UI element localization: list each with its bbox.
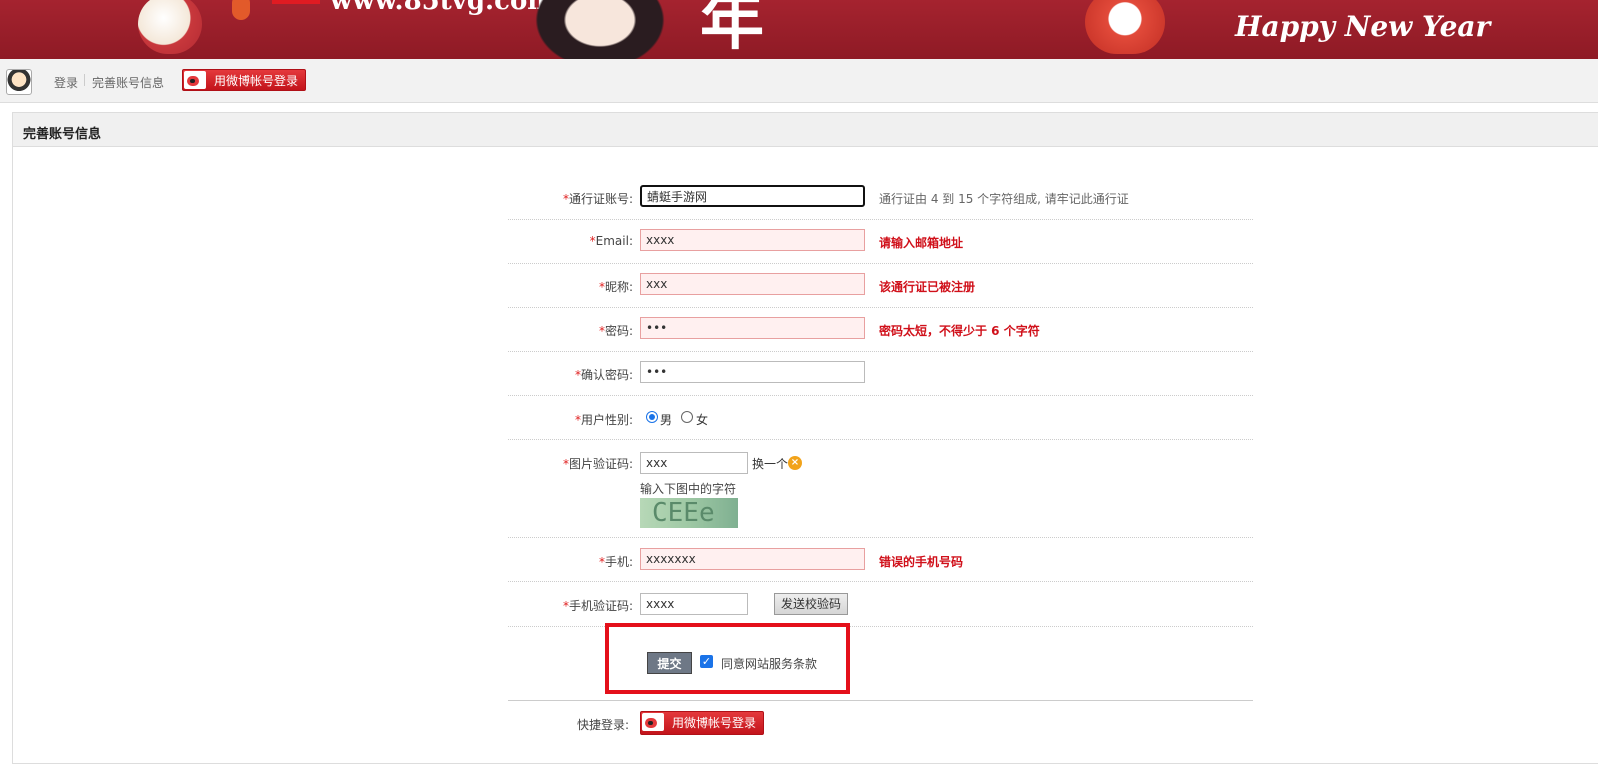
- weibo-login-label: 用微博帐号登录: [672, 716, 757, 730]
- phone-label-text: 手机:: [604, 555, 633, 569]
- email-label-text: Email:: [595, 234, 633, 248]
- nickname-label: *昵称:: [599, 278, 633, 295]
- gender-female-label[interactable]: 女: [696, 411, 708, 428]
- gender-male-label[interactable]: 男: [660, 411, 672, 428]
- email-label: *Email:: [590, 234, 633, 248]
- captcha-image-text: CEEe: [652, 498, 715, 528]
- weibo-icon: [642, 713, 664, 731]
- account-input[interactable]: [640, 185, 865, 207]
- happy-new-year-text: Happy New Year: [1235, 10, 1491, 43]
- weibo-login-button-top[interactable]: 用微博帐号登录: [182, 69, 306, 91]
- captcha-tip: 输入下图中的字符: [640, 482, 737, 496]
- form-row-sms-code: *手机验证码: 发送校验码: [508, 582, 1253, 627]
- password-label: *密码:: [599, 322, 633, 339]
- confirm-password-input[interactable]: [640, 361, 865, 383]
- header-banner: www.85tvg.com 年 Happy New Year: [0, 0, 1598, 59]
- password-label-text: 密码:: [604, 324, 633, 338]
- site-logo: [272, 0, 320, 4]
- form-row-captcha: *图片验证码: 换一个 × 输入下图中的字符 CEEe: [508, 440, 1253, 538]
- nickname-input[interactable]: [640, 273, 865, 295]
- nav-login-link[interactable]: 登录: [54, 74, 78, 91]
- agree-checkbox[interactable]: ✓: [700, 655, 713, 668]
- lantern-decoration: [232, 0, 250, 20]
- phone-input[interactable]: [640, 548, 865, 570]
- nickname-label-text: 昵称:: [604, 280, 633, 294]
- password-error: 密码太短，不得少于 6 个字符: [879, 324, 1040, 338]
- form-row-confirm-password: *确认密码:: [508, 352, 1253, 396]
- form-row-phone: *手机: 错误的手机号码: [508, 538, 1253, 582]
- gender-label-text: 用户性别:: [580, 413, 633, 427]
- submit-highlight-box: 提交 ✓ 同意网站服务条款: [605, 623, 850, 694]
- confirm-password-label: *确认密码:: [575, 366, 633, 383]
- email-input[interactable]: [640, 229, 865, 251]
- weibo-login-label: 用微博帐号登录: [214, 74, 299, 88]
- sms-code-label: *手机验证码:: [563, 597, 633, 614]
- agree-terms-label[interactable]: 同意网站服务条款: [721, 655, 817, 672]
- captcha-image[interactable]: CEEe: [640, 498, 738, 528]
- nav-divider: [84, 74, 85, 86]
- koi-fish-decoration: [1085, 0, 1165, 54]
- sms-code-input[interactable]: [640, 593, 748, 615]
- captcha-input[interactable]: [640, 452, 748, 474]
- account-label-text: 通行证账号:: [568, 192, 633, 206]
- panel-title: 完善账号信息: [23, 127, 102, 142]
- avatar[interactable]: [6, 69, 32, 95]
- gender-male-radio[interactable]: [646, 411, 658, 423]
- sms-code-label-text: 手机验证码:: [568, 599, 633, 613]
- confirm-password-label-text: 确认密码:: [580, 368, 633, 382]
- captcha-label: *图片验证码:: [563, 455, 633, 472]
- form-row-gender: *用户性别: 男 女: [508, 396, 1253, 440]
- weibo-login-button-bottom[interactable]: 用微博帐号登录: [640, 711, 764, 735]
- form-row-account: *通行证账号: 通行证由 4 到 15 个字符组成, 请牢记此通行证: [508, 176, 1253, 220]
- submit-button[interactable]: 提交: [647, 652, 692, 674]
- account-label: *通行证账号:: [563, 190, 633, 207]
- form-row-email: *Email: 请输入邮箱地址: [508, 220, 1253, 264]
- phone-error: 错误的手机号码: [879, 555, 964, 569]
- weibo-icon: [184, 71, 206, 89]
- email-error: 请输入邮箱地址: [879, 236, 964, 250]
- nav-complete-info-link[interactable]: 完善账号信息: [92, 74, 164, 91]
- mascot-decoration: [138, 0, 202, 54]
- form-divider: [508, 700, 1253, 701]
- password-input[interactable]: [640, 317, 865, 339]
- captcha-refresh-link[interactable]: 换一个: [752, 455, 788, 472]
- anime-girl-illustration: [520, 0, 680, 59]
- gender-label: *用户性别:: [575, 411, 633, 428]
- phone-label: *手机:: [599, 553, 633, 570]
- captcha-label-text: 图片验证码:: [568, 457, 633, 471]
- form-row-password: *密码: 密码太短，不得少于 6 个字符: [508, 308, 1253, 352]
- account-hint: 通行证由 4 到 15 个字符组成, 请牢记此通行证: [879, 192, 1129, 206]
- panel-header: 完善账号信息: [13, 113, 1598, 147]
- calligraphy-text: 年: [700, 0, 766, 59]
- refresh-icon[interactable]: ×: [788, 456, 802, 470]
- quick-login-label: 快捷登录:: [577, 718, 630, 732]
- form-row-nickname: *昵称: 该通行证已被注册: [508, 264, 1253, 308]
- send-code-button[interactable]: 发送校验码: [774, 593, 848, 615]
- gender-female-radio[interactable]: [681, 411, 693, 423]
- nickname-error: 该通行证已被注册: [879, 280, 976, 294]
